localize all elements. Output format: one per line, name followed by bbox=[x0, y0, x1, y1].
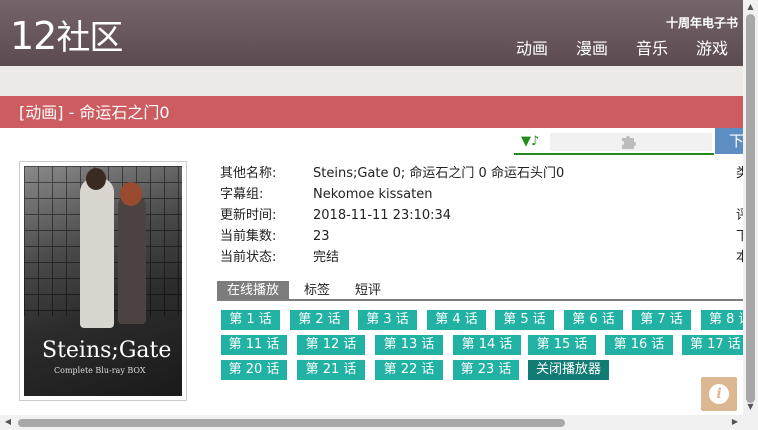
episode-button[interactable]: 第 2 话 bbox=[290, 310, 349, 330]
episode-button[interactable]: 第 16 话 bbox=[605, 335, 673, 355]
info-label: 当前集数: bbox=[220, 229, 277, 244]
nav-anime[interactable]: 动画 bbox=[516, 38, 548, 60]
subheader-strip bbox=[0, 66, 758, 96]
anime-info: 其他名称: Steins;Gate 0; 命运石之门 0 命运石头门0 类 字幕… bbox=[220, 163, 749, 268]
download-button[interactable]: 下 bbox=[715, 128, 745, 154]
cover-sub-text: Complete Blu-ray BOX bbox=[54, 366, 146, 375]
info-row-updated: 更新时间: 2018-11-11 23:10:34 评 bbox=[220, 205, 749, 226]
content-tabs: 在线播放 标签 短评 bbox=[217, 281, 745, 301]
info-label: 其他名称: bbox=[220, 166, 277, 181]
info-row-alt-names: 其他名称: Steins;Gate 0; 命运石之门 0 命运石头门0 类 bbox=[220, 163, 749, 184]
tab-tags[interactable]: 标签 bbox=[304, 281, 330, 300]
scroll-up-arrow-icon[interactable]: ▲ bbox=[746, 2, 755, 12]
vertical-scrollbar[interactable]: ▲ ▼ bbox=[743, 0, 758, 430]
info-value: 2018-11-11 23:10:34 bbox=[313, 208, 452, 223]
episode-button[interactable]: 第 13 话 bbox=[375, 335, 443, 355]
info-row-subgroup: 字幕组: Nekomoe kissaten bbox=[220, 184, 745, 205]
episode-button[interactable]: 第 14 话 bbox=[453, 335, 521, 355]
tab-reviews[interactable]: 短评 bbox=[355, 281, 381, 300]
cover-image: Steins;Gate Complete Blu-ray BOX bbox=[19, 161, 187, 401]
episode-button[interactable]: 第 12 话 bbox=[297, 335, 365, 355]
info-value: Nekomoe kissaten bbox=[313, 187, 433, 202]
puzzle-plugin-icon bbox=[622, 136, 636, 149]
episode-button[interactable]: 第 21 话 bbox=[297, 360, 365, 380]
info-value: 完结 bbox=[313, 250, 340, 265]
horizontal-scrollbar[interactable]: ◀ ▶ bbox=[0, 415, 743, 430]
cover-art: Steins;Gate Complete Blu-ray BOX bbox=[24, 166, 182, 396]
episode-button[interactable]: 第 4 话 bbox=[427, 310, 486, 330]
cover-logo-text: Steins;Gate bbox=[42, 338, 172, 363]
music-player[interactable]: ▼♪ bbox=[514, 131, 714, 155]
info-row-status: 当前状态: 完结 本 bbox=[220, 247, 749, 268]
episode-button[interactable]: 第 6 话 bbox=[564, 310, 623, 330]
horizontal-scroll-thumb[interactable] bbox=[18, 419, 565, 427]
scroll-left-arrow-icon[interactable]: ◀ bbox=[3, 417, 13, 427]
site-header: 12社区 十周年电子书 动画 漫画 音乐 游戏 bbox=[0, 0, 758, 66]
info-value: 23 bbox=[313, 229, 330, 244]
episode-button[interactable]: 第 15 话 bbox=[528, 335, 596, 355]
info-label: 当前状态: bbox=[220, 250, 277, 265]
ebook-link[interactable]: 十周年电子书 bbox=[666, 14, 738, 31]
episode-button[interactable]: 第 17 话 bbox=[682, 335, 743, 355]
nav-manga[interactable]: 漫画 bbox=[576, 38, 608, 60]
episode-button[interactable]: 第 8 话 bbox=[701, 310, 743, 330]
info-button[interactable]: i bbox=[701, 377, 737, 411]
episode-button[interactable]: 第 3 话 bbox=[358, 310, 417, 330]
episode-button[interactable]: 第 20 话 bbox=[221, 360, 287, 380]
episode-button[interactable]: 第 7 话 bbox=[632, 310, 691, 330]
close-player-button[interactable]: 关闭播放器 bbox=[528, 360, 609, 380]
episode-button[interactable]: 第 23 话 bbox=[453, 360, 519, 380]
info-row-episodes: 当前集数: 23 下 bbox=[220, 226, 749, 247]
info-icon: i bbox=[709, 384, 729, 404]
info-label: 更新时间: bbox=[220, 208, 277, 223]
scroll-right-arrow-icon[interactable]: ▶ bbox=[730, 417, 740, 427]
info-value: Steins;Gate 0; 命运石之门 0 命运石头门0 bbox=[313, 166, 565, 181]
vertical-scroll-thumb[interactable] bbox=[746, 14, 755, 403]
page-title: [动画] - 命运石之门0 bbox=[0, 96, 745, 128]
nav-music[interactable]: 音乐 bbox=[636, 38, 668, 60]
episode-button[interactable]: 第 11 话 bbox=[221, 335, 287, 355]
nav-games[interactable]: 游戏 bbox=[696, 38, 728, 60]
episode-button[interactable]: 第 5 话 bbox=[495, 310, 554, 330]
music-note-icon[interactable]: ▼♪ bbox=[521, 134, 539, 149]
scroll-down-arrow-icon[interactable]: ▼ bbox=[746, 402, 755, 412]
episode-button[interactable]: 第 1 话 bbox=[221, 310, 280, 330]
main-nav: 动画 漫画 音乐 游戏 bbox=[0, 38, 758, 60]
episode-button[interactable]: 第 22 话 bbox=[375, 360, 443, 380]
info-label: 字幕组: bbox=[220, 187, 264, 202]
tab-online-play[interactable]: 在线播放 bbox=[217, 281, 290, 300]
